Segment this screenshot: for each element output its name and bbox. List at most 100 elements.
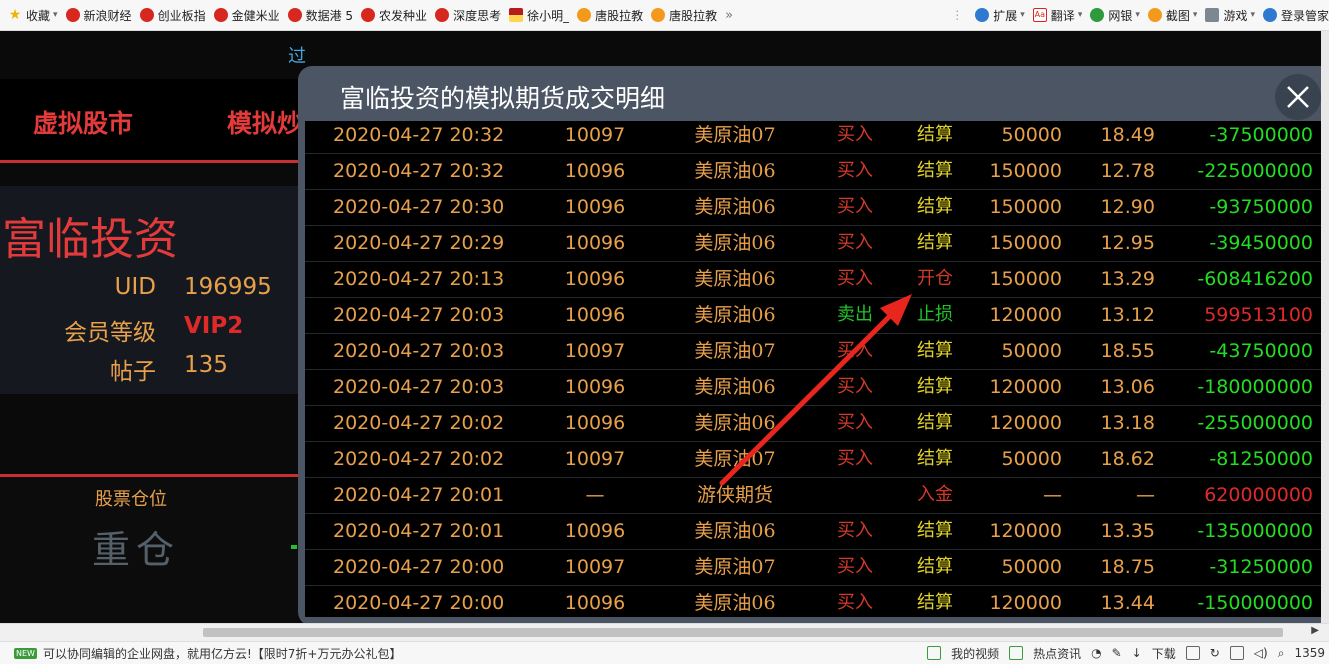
horizontal-scrollbar[interactable]: ▶ bbox=[0, 623, 1329, 641]
pin-icon[interactable]: ✎ bbox=[1112, 646, 1122, 660]
trade-side: 买入 bbox=[837, 124, 873, 145]
bookmark-label: 唐股拉教 bbox=[595, 8, 644, 23]
trade-side: 买入 bbox=[837, 160, 873, 181]
scroll-right-icon[interactable]: ▶ bbox=[1311, 625, 1319, 636]
trade-table[interactable]: 2020-04-27 20:32 10097 美原油07 买入 结算 50000 18.49… bbox=[305, 121, 1329, 617]
speed-icon[interactable]: ◔ bbox=[1091, 646, 1101, 660]
table-row[interactable]: 2020-04-27 20:29 10096 美原油06 买入 结算 150000 12.9… bbox=[305, 225, 1329, 262]
table-row[interactable]: 2020-04-27 20:03 10097 美原油07 买入 结算 50000 18.55… bbox=[305, 333, 1329, 370]
contract-name: 美原油06 bbox=[694, 232, 776, 254]
level-value: VIP2 bbox=[184, 313, 244, 339]
video-icon bbox=[927, 646, 942, 660]
table-row[interactable]: 2020-04-27 20:13 10096 美原油06 买入 开仓 150000 13.2… bbox=[305, 261, 1329, 298]
toolbar-label: 截图 bbox=[1165, 8, 1190, 23]
close-button[interactable] bbox=[1275, 74, 1321, 120]
toolbar-game-button[interactable]: 游戏 ▾ bbox=[1205, 7, 1255, 24]
bookmark-item[interactable]: 农发种业 bbox=[361, 7, 427, 24]
trade-quantity: 50000 bbox=[1001, 556, 1062, 578]
nav-virtual-stock[interactable]: 虚拟股市 bbox=[33, 104, 133, 140]
trade-pnl: 599513100 bbox=[1204, 304, 1313, 326]
bookmark-item[interactable]: 金健米业 bbox=[213, 7, 280, 24]
window-icon[interactable] bbox=[1185, 646, 1200, 660]
bookmark-item[interactable]: 新浪财经 bbox=[65, 7, 132, 24]
trade-side: 买入 bbox=[837, 592, 873, 613]
trade-type: 结算 bbox=[917, 376, 953, 397]
news-icon bbox=[1009, 646, 1024, 660]
trade-time: 2020-04-27 20:01 bbox=[333, 520, 505, 542]
ad-link[interactable]: 可以协同编辑的企业网盘，就用亿方云!【限时7折+万元办公礼包】 bbox=[43, 645, 402, 662]
contract-code: 10096 bbox=[564, 520, 626, 542]
download-link[interactable]: 下载 bbox=[1152, 645, 1176, 662]
toolbar-translate-button[interactable]: Aa 翻译 ▾ bbox=[1032, 7, 1083, 24]
contract-code: 10096 bbox=[564, 376, 626, 398]
contract-name: 游侠期货 bbox=[696, 484, 773, 506]
weibo-icon bbox=[65, 8, 80, 22]
hot-news-link[interactable]: 热点资讯 bbox=[1033, 645, 1081, 662]
profile-brand: 富临投资 bbox=[2, 214, 178, 265]
volume-icon[interactable]: ◁) bbox=[1254, 646, 1268, 660]
contract-name: 美原油07 bbox=[694, 124, 776, 146]
trade-time: 2020-04-27 20:03 bbox=[333, 376, 505, 398]
uid-label: UID bbox=[114, 274, 156, 300]
toolbar-bank-button[interactable]: 网银 ▾ bbox=[1090, 7, 1140, 24]
chevron-down-icon: ▾ bbox=[1077, 10, 1083, 20]
table-row[interactable]: 2020-04-27 20:00 10097 美原油07 买入 结算 50000 18.75… bbox=[305, 549, 1329, 586]
trade-side: 买入 bbox=[837, 448, 873, 469]
trade-type: 止损 bbox=[917, 304, 953, 325]
toolbar-label: 网银 bbox=[1108, 8, 1133, 23]
toolbar-screenshot-button[interactable]: 截图 ▾ bbox=[1147, 7, 1197, 24]
trade-side: 卖出 bbox=[837, 304, 873, 325]
table-row[interactable]: 2020-04-27 20:00 10096 美原油06 买入 结算 120000 13.4… bbox=[305, 585, 1329, 617]
bookmark-label: 数据港 5 bbox=[305, 8, 354, 23]
zoom-icon[interactable]: ⌕ bbox=[1278, 646, 1285, 661]
toolbar-extensions-button[interactable]: 扩展 ▾ bbox=[975, 7, 1025, 24]
sync-icon[interactable]: ↻ bbox=[1210, 646, 1220, 660]
trade-side: 买入 bbox=[837, 268, 873, 289]
bookmark-item[interactable]: 深度思考 bbox=[435, 7, 501, 24]
trade-time: 2020-04-27 20:00 bbox=[333, 592, 505, 614]
toolbar-label: 游戏 bbox=[1223, 8, 1248, 23]
orange-icon bbox=[577, 8, 592, 22]
trade-details-modal: 富临投资的模拟期货成交明细 2020-04-27 20:32 10097 美原油07… bbox=[298, 66, 1329, 623]
contract-name: 美原油06 bbox=[694, 592, 776, 614]
trade-type: 结算 bbox=[917, 124, 953, 145]
trade-pnl: 620000000 bbox=[1204, 484, 1313, 506]
trade-quantity: 50000 bbox=[1001, 448, 1062, 470]
table-row[interactable]: 2020-04-27 20:30 10096 美原油06 买入 结算 150000 12.9… bbox=[305, 189, 1329, 226]
bookmark-item[interactable]: 徐小明_ bbox=[509, 7, 569, 24]
table-row[interactable]: 2020-04-27 20:02 10097 美原油07 买入 结算 50000 18.62… bbox=[305, 441, 1329, 478]
translate-icon: Aa bbox=[1032, 8, 1047, 22]
trade-time: 2020-04-27 20:32 bbox=[333, 160, 505, 182]
bookmark-item[interactable]: 唐股拉教 bbox=[651, 7, 717, 24]
restore-icon[interactable] bbox=[1229, 646, 1244, 660]
bookmark-item[interactable]: 创业板指 bbox=[139, 7, 206, 24]
bookmark-item[interactable]: 唐股拉教 bbox=[577, 7, 643, 24]
bookmarks-bar: ★ 收藏 ▾ 新浪财经 创业板指 金健米业 数据港 5 农发种业 深度思考 徐小明_ 唐股拉教 唐股拉… bbox=[0, 0, 1329, 31]
my-video-link[interactable]: 我的视频 bbox=[951, 645, 999, 662]
screenshot-icon bbox=[1147, 8, 1162, 22]
scrollbar-thumb[interactable] bbox=[203, 628, 1283, 637]
table-row[interactable]: 2020-04-27 20:01 10096 美原油06 买入 结算 120000 13.3… bbox=[305, 513, 1329, 550]
toolbar-search-button[interactable]: 登录管家 bbox=[1262, 7, 1329, 24]
table-row[interactable]: 2020-04-27 20:32 10097 美原油07 买入 结算 50000 18.49… bbox=[305, 121, 1329, 154]
trade-quantity: 150000 bbox=[989, 196, 1062, 218]
bookmark-item[interactable]: 数据港 5 bbox=[287, 7, 354, 24]
table-row[interactable]: 2020-04-27 20:03 10096 美原油06 卖出 止损 120000 13.1… bbox=[305, 297, 1329, 334]
table-row[interactable]: 2020-04-27 20:01— 游侠期货 入金 — —620000000 bbox=[305, 477, 1329, 514]
extensions-icon bbox=[975, 8, 990, 22]
vertical-scrollbar[interactable] bbox=[1321, 31, 1329, 623]
bookmark-item[interactable]: ★ 收藏 ▾ bbox=[8, 7, 58, 24]
trade-type: 结算 bbox=[917, 448, 953, 469]
trade-time: 2020-04-27 20:03 bbox=[333, 340, 505, 362]
trade-quantity: 120000 bbox=[989, 376, 1062, 398]
table-row[interactable]: 2020-04-27 20:02 10096 美原油06 买入 结算 120000 13.1… bbox=[305, 405, 1329, 442]
table-row[interactable]: 2020-04-27 20:03 10096 美原油06 买入 结算 120000 13.0… bbox=[305, 369, 1329, 406]
bookmark-label: 徐小明_ bbox=[527, 8, 570, 23]
trade-quantity: 50000 bbox=[1001, 124, 1062, 146]
nav-simulated-trading[interactable]: 模拟炒 bbox=[227, 104, 302, 140]
trade-time: 2020-04-27 20:02 bbox=[333, 448, 505, 470]
table-row[interactable]: 2020-04-27 20:32 10096 美原油06 买入 结算 150000 12.7… bbox=[305, 153, 1329, 190]
bookmark-label: 农发种业 bbox=[379, 8, 428, 23]
bookmarks-more-button[interactable]: » bbox=[725, 8, 733, 23]
bookmark-label: 金健米业 bbox=[231, 8, 280, 23]
